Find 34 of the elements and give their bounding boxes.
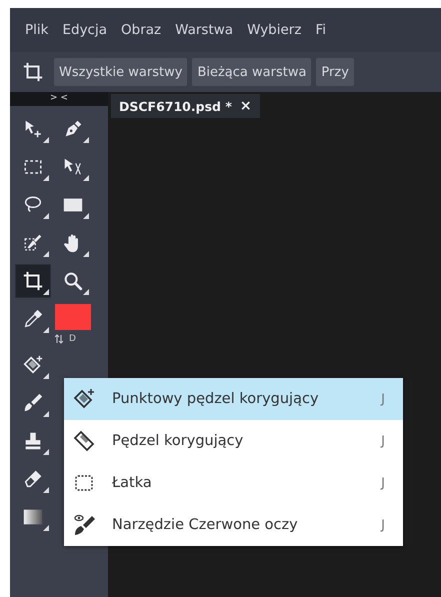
bandage-icon [72, 429, 96, 453]
close-tab-button[interactable]: × [240, 98, 252, 114]
bandage-sparkle-icon [72, 387, 96, 411]
swap-arrows-icon[interactable] [55, 334, 63, 344]
document-tab[interactable]: DSCF6710.psd * × [111, 94, 260, 118]
eraser-icon [22, 468, 44, 490]
shortcut-key: J [381, 392, 385, 406]
menu-item[interactable]: Edycja [55, 22, 114, 38]
menu-item[interactable]: Fi [308, 22, 333, 38]
option-button[interactable]: Wszystkie warstwy [54, 58, 188, 86]
bandage-sparkle-icon [22, 354, 44, 376]
shortcut-key: J [381, 518, 385, 532]
tool-menu-item[interactable]: Łatka J [64, 462, 403, 504]
shortcut-key: J [381, 434, 385, 448]
crop-tool-button[interactable] [15, 264, 51, 298]
menu-item[interactable]: Obraz [114, 22, 168, 38]
tool-menu-item[interactable]: Punktowy pędzel korygujący J [64, 378, 403, 420]
collapse-toggle[interactable]: > < [10, 92, 108, 106]
tool-menu-item[interactable]: Narzędzie Czerwone oczy J [64, 504, 403, 546]
shortcut-key: J [381, 476, 385, 490]
menu-item[interactable]: Plik [18, 22, 56, 38]
menu-item[interactable]: Warstwa [168, 22, 240, 38]
color-swatch[interactable] [55, 304, 91, 330]
tool-menu-item[interactable]: Pędzel korygujący J [64, 420, 403, 462]
magnifier-icon [62, 270, 84, 292]
brush-icon [22, 392, 44, 414]
menu-item[interactable]: Wybierz [240, 22, 308, 38]
crop-icon [22, 61, 44, 83]
eyedropper-icon [22, 308, 44, 330]
crop-icon [22, 270, 44, 292]
option-button[interactable]: Bieżąca warstwa [192, 58, 312, 86]
option-button[interactable]: Przy [316, 58, 354, 86]
default-colors-button[interactable]: D [69, 334, 76, 344]
eye-brush-icon [72, 513, 96, 537]
